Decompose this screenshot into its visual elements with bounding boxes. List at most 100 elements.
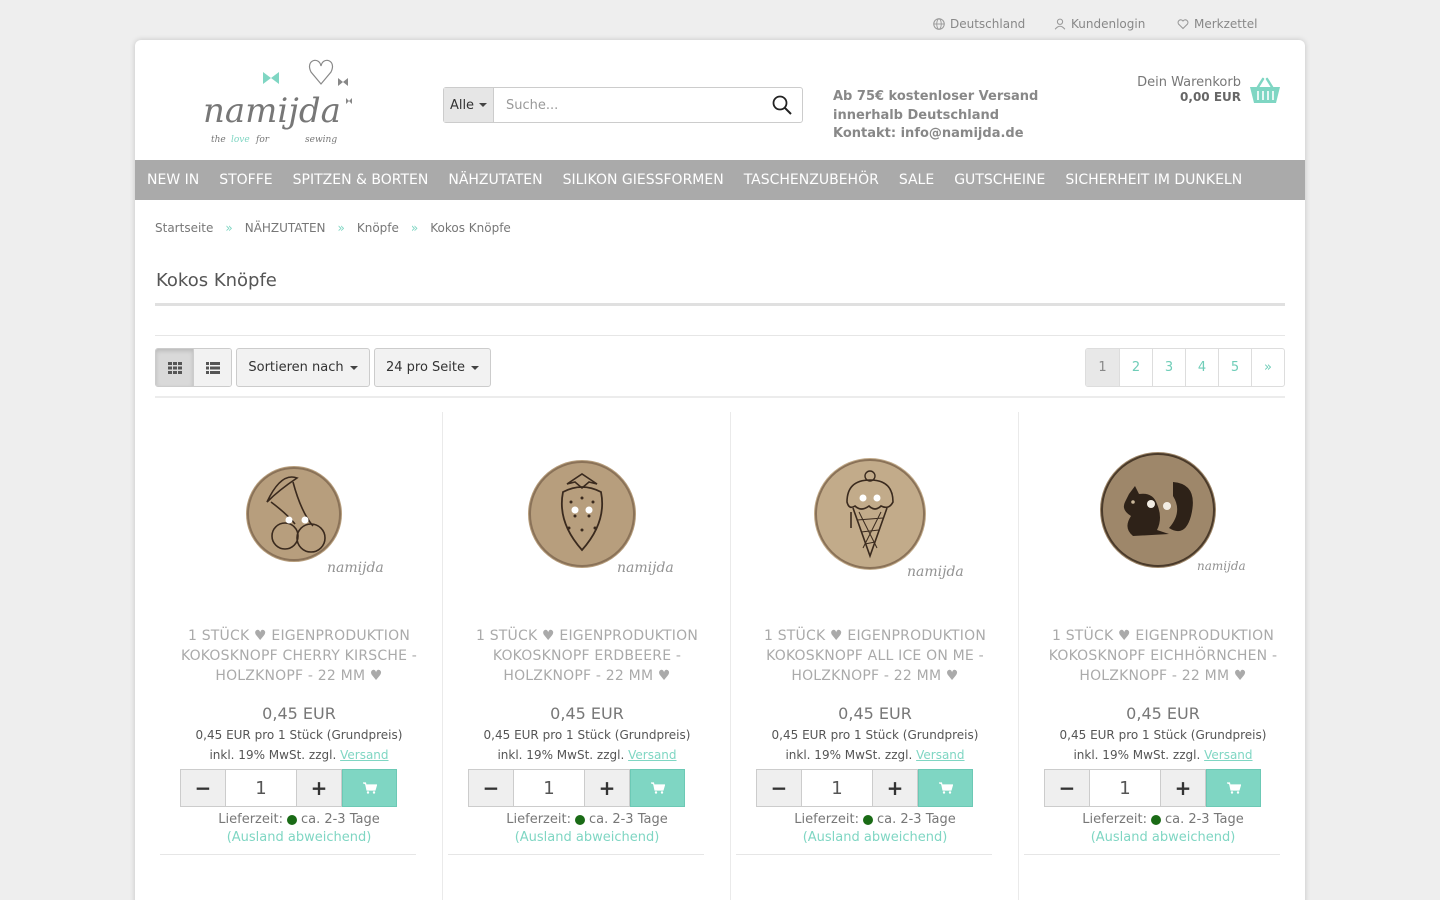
caret-down-icon <box>471 365 480 370</box>
list-view-button[interactable] <box>193 349 231 386</box>
nav-spitzen-borten[interactable]: SPITZEN & BORTEN <box>283 172 439 188</box>
abroad-note[interactable]: (Ausland abweichend) <box>155 830 443 845</box>
wishlist-link[interactable]: Merkzettel <box>1177 17 1257 31</box>
abroad-note[interactable]: (Ausland abweichend) <box>443 830 731 845</box>
nav-sicherheit-im-dunkeln[interactable]: SICHERHEIT IM DUNKELN <box>1055 172 1252 188</box>
increase-quantity-button[interactable]: + <box>296 769 342 807</box>
decrease-quantity-button[interactable]: − <box>756 769 802 807</box>
product-image-cherry-button[interactable]: namijda <box>209 432 389 612</box>
page-3[interactable]: 3 <box>1152 349 1185 386</box>
nav-naehzutaten[interactable]: NÄHZUTATEN <box>438 172 552 188</box>
tax-info: inkl. 19% MwSt. zzgl. Versand <box>731 748 1019 762</box>
country-selector[interactable]: Deutschland <box>933 17 1025 31</box>
heart-icon <box>1177 19 1189 30</box>
search-category-dropdown[interactable]: Alle <box>444 88 494 122</box>
product-image-ice-cream-button[interactable]: namijda <box>785 432 965 612</box>
delivery-time: ca. 2-3 Tage <box>588 812 668 827</box>
nav-stoffe[interactable]: STOFFE <box>209 172 282 188</box>
search-bar: Alle Suche... <box>443 87 803 123</box>
cart-total: 0,00 EUR <box>1180 90 1241 104</box>
contact-info: Kontakt: info@namijda.de <box>833 126 1024 141</box>
per-page-dropdown[interactable]: 24 pro Seite <box>374 348 491 387</box>
quantity-input[interactable]: 1 <box>226 769 296 807</box>
cart-icon <box>1226 782 1241 794</box>
product-name[interactable]: 1 Stück ♥ EIGENPRODUKTION KOKOSKNOPF EIC… <box>1029 626 1297 686</box>
plus-icon: + <box>886 776 904 800</box>
product-name[interactable]: 1 Stück ♥ EIGENPRODUKTION KOKOSKNOPF ALL… <box>741 626 1009 686</box>
nav-sale[interactable]: SALE <box>889 172 944 188</box>
product-name[interactable]: 1 Stück ♥ EIGENPRODUKTION KOKOSKNOPF ERD… <box>453 626 721 686</box>
customer-login-link[interactable]: Kundenlogin <box>1054 17 1145 31</box>
nav-gutscheine[interactable]: GUTSCHEINE <box>944 172 1055 188</box>
add-to-cart-button[interactable] <box>630 769 685 807</box>
minus-icon: − <box>770 776 788 800</box>
plus-icon: + <box>598 776 616 800</box>
card-divider <box>448 854 704 855</box>
increase-quantity-button[interactable]: + <box>584 769 630 807</box>
list-icon <box>205 361 220 374</box>
nav-silikon-giessformen[interactable]: SILIKON GIESSFORMEN <box>553 172 734 188</box>
card-divider <box>160 854 416 855</box>
page-next[interactable]: » <box>1251 349 1284 386</box>
watermark-logo: namijda <box>1197 559 1246 573</box>
breadcrumb-separator: » <box>410 221 419 235</box>
breadcrumb-separator: » <box>337 221 345 235</box>
breadcrumb-separator: » <box>225 221 233 235</box>
page-2[interactable]: 2 <box>1119 349 1152 386</box>
pagination: 1 2 3 4 5 » <box>1085 348 1285 387</box>
grid-view-button[interactable] <box>156 349 193 386</box>
shop-logo[interactable]: namijda the love for sewing <box>201 50 361 150</box>
product-image-squirrel-button[interactable]: namijda <box>1073 432 1253 612</box>
breadcrumb-current: Kokos Knöpfe <box>430 221 511 235</box>
search-button[interactable] <box>762 88 802 122</box>
listing-divider <box>155 396 1285 398</box>
add-to-cart-button[interactable] <box>918 769 973 807</box>
page-title: Kokos Knöpfe <box>156 270 277 291</box>
globe-icon <box>933 18 945 30</box>
search-input[interactable]: Suche... <box>494 88 762 122</box>
tax-info: inkl. 19% MwSt. zzgl. Versand <box>443 748 731 762</box>
shipping-link[interactable]: Versand <box>1204 748 1252 762</box>
watermark-logo: namijda <box>327 560 384 576</box>
delivery-time: ca. 2-3 Tage <box>1164 812 1244 827</box>
increase-quantity-button[interactable]: + <box>872 769 918 807</box>
abroad-note[interactable]: (Ausland abweichend) <box>1019 830 1305 845</box>
page-1[interactable]: 1 <box>1086 349 1119 386</box>
shipping-link[interactable]: Versand <box>628 748 676 762</box>
add-to-cart-button[interactable] <box>1206 769 1261 807</box>
cart-widget[interactable]: Dein Warenkorb 0,00 EUR <box>1137 76 1281 105</box>
logo-tagline-sewing: sewing <box>305 135 337 145</box>
decrease-quantity-button[interactable]: − <box>468 769 514 807</box>
increase-quantity-button[interactable]: + <box>1160 769 1206 807</box>
abroad-note[interactable]: (Ausland abweichend) <box>731 830 1019 845</box>
sort-dropdown[interactable]: Sortieren nach <box>236 348 370 387</box>
breadcrumb-knoepfe[interactable]: Knöpfe <box>357 221 399 235</box>
plus-icon: + <box>1174 776 1192 800</box>
product-price: 0,45 EUR <box>262 704 336 723</box>
in-stock-dot-icon <box>574 814 585 825</box>
quantity-stepper: − 1 + <box>468 769 685 807</box>
breadcrumb-home[interactable]: Startseite <box>155 221 213 235</box>
nav-taschenzubehoer[interactable]: TASCHENZUBEHÖR <box>734 172 889 188</box>
nav-new-in[interactable]: NEW IN <box>137 172 209 188</box>
page-5[interactable]: 5 <box>1218 349 1251 386</box>
product-card: namijda 1 Stück ♥ EIGENPRODUKTION KOKOSK… <box>155 412 443 900</box>
quantity-input[interactable]: 1 <box>802 769 872 807</box>
shipping-link[interactable]: Versand <box>916 748 964 762</box>
product-image-strawberry-button[interactable]: namijda <box>497 432 677 612</box>
country-label: Deutschland <box>950 17 1026 31</box>
decrease-quantity-button[interactable]: − <box>180 769 226 807</box>
decrease-quantity-button[interactable]: − <box>1044 769 1090 807</box>
breadcrumb-naehzutaten[interactable]: NÄHZUTATEN <box>245 221 326 235</box>
quantity-input[interactable]: 1 <box>1090 769 1160 807</box>
logo-wordmark: namijda <box>203 91 341 131</box>
product-name[interactable]: 1 Stück ♥ EIGENPRODUKTION KOKOSKNOPF CHE… <box>165 626 433 686</box>
shipping-link[interactable]: Versand <box>340 748 388 762</box>
page-4[interactable]: 4 <box>1185 349 1218 386</box>
product-card: namijda 1 Stück ♥ EIGENPRODUKTION KOKOSK… <box>443 412 731 900</box>
base-price: 0,45 EUR pro 1 Stück (Grundpreis) <box>771 728 979 742</box>
add-to-cart-button[interactable] <box>342 769 397 807</box>
product-grid: namijda 1 Stück ♥ EIGENPRODUKTION KOKOSK… <box>155 412 1295 900</box>
quantity-input[interactable]: 1 <box>514 769 584 807</box>
cart-label: Dein Warenkorb <box>1137 75 1241 90</box>
